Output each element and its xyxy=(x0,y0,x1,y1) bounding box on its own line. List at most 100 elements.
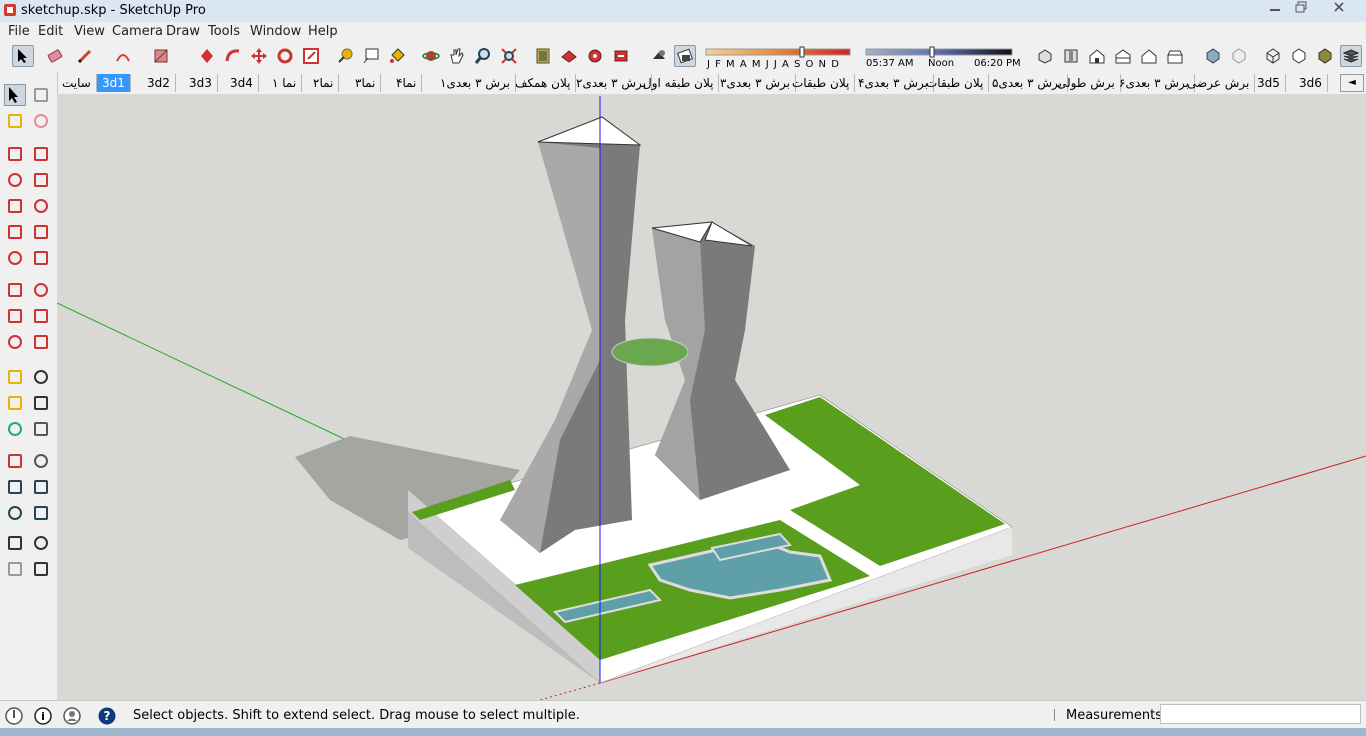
share-model-button[interactable] xyxy=(584,45,606,67)
measurements-input[interactable] xyxy=(1160,704,1361,724)
offset-tool-button[interactable] xyxy=(30,331,52,353)
scene-tab[interactable]: 3d6 xyxy=(1294,74,1328,92)
scene-tab[interactable]: نما۳ xyxy=(350,74,382,92)
scene-tab[interactable]: 3d1 xyxy=(97,74,131,92)
scene-tab[interactable]: 3d3 xyxy=(184,74,218,92)
axes-tool-button[interactable] xyxy=(4,418,26,440)
menu-edit[interactable]: Edit xyxy=(38,24,63,39)
zoom-extents-tool-button[interactable] xyxy=(4,502,26,524)
zoom-tool-button[interactable] xyxy=(472,45,494,67)
warehouse-button[interactable] xyxy=(558,45,580,67)
paint-bucket-tool-button[interactable] xyxy=(4,110,26,132)
close-button[interactable] xyxy=(1326,1,1352,18)
scene-tab[interactable]: نما۲ xyxy=(308,74,340,92)
push-pull-tool-button[interactable] xyxy=(196,45,218,67)
move-tool-button[interactable] xyxy=(4,279,26,301)
dimension-tool-button[interactable] xyxy=(30,366,52,388)
rectangle-tool-button[interactable] xyxy=(150,45,172,67)
follow-me-tool-button[interactable] xyxy=(30,305,52,327)
menu-file[interactable]: File xyxy=(8,24,30,39)
scene-tab[interactable]: برش طولی xyxy=(1052,74,1121,92)
menu-view[interactable]: View xyxy=(74,24,105,39)
circle-tool-button[interactable] xyxy=(4,195,26,217)
rotate-tool-button[interactable] xyxy=(274,45,296,67)
three-point-arc-tool-button[interactable] xyxy=(4,247,26,269)
model-viewport[interactable] xyxy=(57,94,1366,700)
shadow-settings-button[interactable] xyxy=(648,45,670,67)
zoom-extents-tool-button[interactable] xyxy=(498,45,520,67)
menu-draw[interactable]: Draw xyxy=(166,24,200,39)
minimize-button[interactable] xyxy=(1262,1,1288,18)
move-tool-button[interactable] xyxy=(248,45,270,67)
rectangle-tool-button[interactable] xyxy=(4,169,26,191)
hidden-line-style-button[interactable] xyxy=(1288,45,1310,67)
scene-tab[interactable]: پلان طبقات xyxy=(921,74,990,92)
follow-me-tool-button[interactable] xyxy=(222,45,244,67)
right-view-button[interactable] xyxy=(1112,45,1134,67)
scene-tab[interactable]: سایت xyxy=(57,74,97,92)
pie-tool-button[interactable] xyxy=(30,247,52,269)
scene-tab[interactable]: پلان طبقات xyxy=(787,74,856,92)
arc-tool-button[interactable] xyxy=(112,45,134,67)
back-view-button[interactable] xyxy=(1138,45,1160,67)
top-view-button[interactable] xyxy=(1060,45,1082,67)
geo-location-icon[interactable] xyxy=(4,706,24,726)
eraser-tool-button[interactable] xyxy=(30,110,52,132)
scene-tab[interactable]: 3d2 xyxy=(142,74,176,92)
scene-tab[interactable]: برش ۳ بعدی۱ xyxy=(435,74,516,92)
orbit-tool-button[interactable] xyxy=(4,450,26,472)
rotated-rectangle-tool-button[interactable] xyxy=(30,169,52,191)
text-tool-button[interactable] xyxy=(30,392,52,414)
scene-tab[interactable]: 3d4 xyxy=(225,74,259,92)
zoom-window-tool-button[interactable] xyxy=(30,476,52,498)
restore-button[interactable] xyxy=(1288,1,1314,18)
model-scene[interactable] xyxy=(57,94,1366,700)
menu-window[interactable]: Window xyxy=(250,24,301,39)
scene-tab[interactable]: برش ۳ بعدی۳ xyxy=(715,74,796,92)
scene-tab[interactable]: پلان طبقه اول xyxy=(638,74,720,92)
front-view-button[interactable] xyxy=(1086,45,1108,67)
arc-tool-button[interactable] xyxy=(4,221,26,243)
freehand-tool-button[interactable] xyxy=(30,143,52,165)
make-component-tool-button[interactable] xyxy=(30,84,52,106)
left-view-button[interactable] xyxy=(1164,45,1186,67)
instructor-help-icon[interactable]: ? xyxy=(97,706,117,726)
select-tool-button[interactable] xyxy=(12,45,34,67)
two-point-arc-tool-button[interactable] xyxy=(30,221,52,243)
3d-text-tool-button[interactable] xyxy=(30,418,52,440)
rotate-tool-button[interactable] xyxy=(4,305,26,327)
tape-measure-tool-button[interactable] xyxy=(334,45,356,67)
eraser-tool-button[interactable] xyxy=(44,45,66,67)
protractor-tool-button[interactable] xyxy=(4,392,26,414)
walk-tool-button[interactable] xyxy=(4,558,26,580)
scale-tool-button[interactable] xyxy=(300,45,322,67)
orbit-tool-button[interactable] xyxy=(420,45,442,67)
back-edges-style-button[interactable] xyxy=(1228,45,1250,67)
scene-tab[interactable]: 3d5 xyxy=(1252,74,1286,92)
tape-measure-tool-button[interactable] xyxy=(4,366,26,388)
paint-bucket-tool-button[interactable] xyxy=(386,45,408,67)
line-tool-button[interactable] xyxy=(4,143,26,165)
select-tool-button[interactable] xyxy=(4,84,26,106)
menu-camera[interactable]: Camera xyxy=(112,24,163,39)
zoom-tool-button[interactable] xyxy=(4,476,26,498)
text-tool-button[interactable] xyxy=(360,45,382,67)
pan-tool-button[interactable] xyxy=(30,450,52,472)
scene-tab[interactable]: نما ۱ xyxy=(267,74,303,92)
components-button[interactable] xyxy=(532,45,554,67)
extension-warehouse-button[interactable] xyxy=(610,45,632,67)
section-plane-tool-button[interactable] xyxy=(30,558,52,580)
look-around-tool-button[interactable] xyxy=(30,532,52,554)
pan-tool-button[interactable] xyxy=(446,45,468,67)
previous-view-tool-button[interactable] xyxy=(30,502,52,524)
polygon-tool-button[interactable] xyxy=(30,195,52,217)
shaded-with-textures-style-button[interactable] xyxy=(1340,45,1362,67)
scene-tab[interactable]: برش عرضی xyxy=(1182,74,1256,92)
display-shadows-button[interactable] xyxy=(674,45,696,67)
credits-info-icon[interactable]: i xyxy=(33,706,53,726)
position-camera-tool-button[interactable] xyxy=(4,532,26,554)
scene-tab[interactable]: نما۴ xyxy=(391,74,423,92)
sign-in-user-icon[interactable] xyxy=(62,706,82,726)
iso-view-button[interactable] xyxy=(1034,45,1056,67)
scene-tabs-scroll-button[interactable]: ◄ xyxy=(1340,74,1364,92)
